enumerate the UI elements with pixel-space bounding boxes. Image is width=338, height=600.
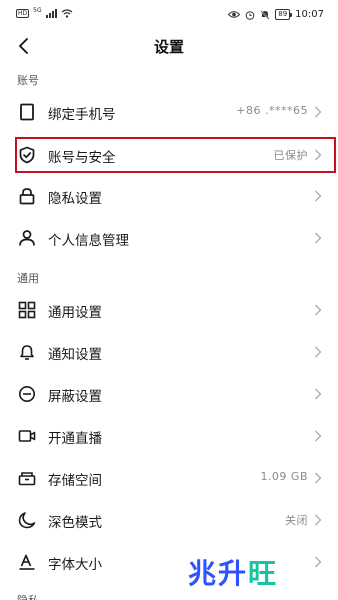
battery-indicator: 89 — [275, 9, 293, 20]
row-label: 字体大小 — [48, 557, 102, 573]
block-icon — [19, 386, 35, 402]
svg-text:兆: 兆 — [188, 558, 216, 589]
moon-icon — [18, 512, 36, 529]
status-bar: HD 5G 89 10:07 — [0, 0, 338, 30]
chevron-right-icon — [315, 232, 322, 244]
settings-row-notifications[interactable]: 通知设置 — [0, 334, 338, 370]
row-label: 存储空间 — [48, 473, 102, 489]
settings-row-live-streaming[interactable]: 开通直播 — [0, 418, 338, 454]
chevron-right-icon — [315, 106, 322, 118]
section-label-general: 通用 — [17, 272, 39, 285]
row-label: 隐私设置 — [48, 191, 102, 207]
row-label: 深色模式 — [48, 515, 102, 531]
settings-row-general[interactable]: 通用设置 — [0, 292, 338, 328]
mute-icon — [260, 9, 270, 20]
network-type: 5G — [33, 7, 42, 14]
storage-icon — [18, 472, 36, 486]
video-camera-icon — [18, 430, 36, 442]
chevron-right-icon — [315, 346, 322, 358]
row-label: 通知设置 — [48, 347, 102, 363]
lock-icon — [19, 188, 35, 205]
bell-icon — [20, 345, 34, 360]
chevron-right-icon — [315, 430, 322, 442]
status-bar-right: 89 10:07 — [228, 9, 324, 20]
row-value-storage-size: 1.09 GB — [260, 470, 308, 483]
svg-text:升: 升 — [218, 558, 246, 589]
highlight-annotation-box — [15, 137, 336, 173]
section-label-cut: 隐私 — [17, 592, 39, 600]
settings-row-storage[interactable]: 存储空间 1.09 GB — [0, 460, 338, 496]
settings-row-personal-info[interactable]: 个人信息管理 — [0, 220, 338, 256]
sim-badge: HD — [16, 9, 30, 18]
row-label: 绑定手机号 — [48, 107, 116, 123]
row-label: 个人信息管理 — [48, 233, 129, 249]
person-icon — [19, 230, 35, 246]
chevron-right-icon — [315, 514, 322, 526]
row-value-phone: +86 .****65 — [236, 104, 308, 117]
settings-row-privacy[interactable]: 隐私设置 — [0, 178, 338, 214]
chevron-right-icon — [315, 556, 322, 568]
settings-row-block[interactable]: 屏蔽设置 — [0, 376, 338, 412]
chevron-right-icon — [315, 388, 322, 400]
alarm-icon — [245, 10, 255, 20]
page-title: 设置 — [153, 38, 184, 56]
settings-row-font-size[interactable]: 字体大小 — [0, 544, 338, 580]
phone-icon — [20, 103, 34, 121]
chevron-right-icon — [315, 472, 322, 484]
section-label-account: 账号 — [17, 74, 39, 87]
row-label: 通用设置 — [48, 305, 102, 321]
chevron-right-icon — [315, 304, 322, 316]
row-value-dark-mode-state: 关闭 — [285, 514, 308, 527]
status-bar-left: HD 5G — [16, 7, 73, 18]
font-size-icon — [19, 554, 35, 570]
signal-icon — [45, 9, 57, 18]
row-label: 开通直播 — [48, 431, 102, 447]
settings-row-dark-mode[interactable]: 深色模式 关闭 — [0, 502, 338, 538]
row-label: 屏蔽设置 — [48, 389, 102, 405]
eye-icon — [228, 11, 241, 18]
chevron-right-icon — [315, 190, 322, 202]
grid-icon — [18, 301, 36, 319]
title-bar: 设置 — [0, 30, 338, 60]
watermark-logo: 兆 升 旺 — [188, 558, 276, 589]
svg-text:旺: 旺 — [248, 558, 276, 589]
status-time: 10:07 — [295, 9, 324, 20]
wifi-icon — [61, 9, 73, 18]
settings-row-bind-phone[interactable]: 绑定手机号 +86 .****65 — [0, 94, 338, 130]
